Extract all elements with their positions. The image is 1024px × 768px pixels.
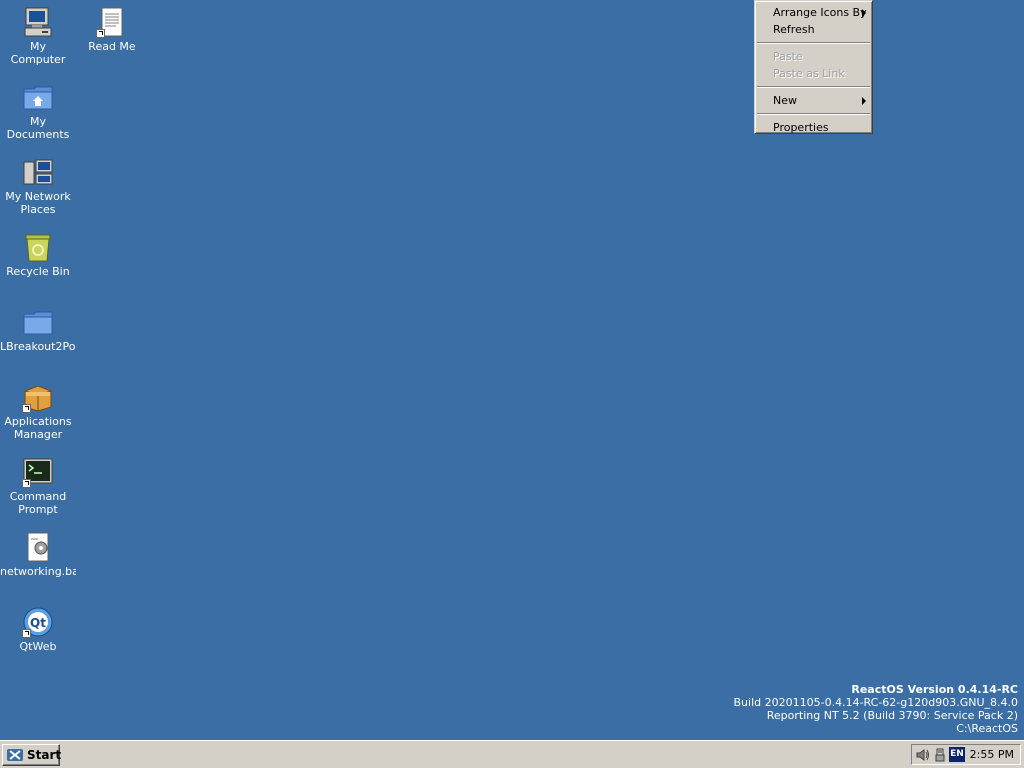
network-places-icon bbox=[22, 156, 54, 188]
icon-label: Read Me bbox=[88, 40, 136, 53]
version-reporting: Reporting NT 5.2 (Build 3790: Service Pa… bbox=[766, 709, 1018, 722]
start-button[interactable]: Start bbox=[2, 744, 62, 766]
version-build: Build 20201105-0.4.14-RC-62-g120d903.GNU… bbox=[733, 696, 1018, 709]
networking-bat-desktop-icon[interactable]: networking.bat bbox=[0, 527, 76, 578]
menu-item-new[interactable]: New bbox=[755, 92, 872, 109]
menu-item-paste-as-link: Paste as Link bbox=[755, 65, 872, 82]
batch-file-icon bbox=[22, 531, 54, 563]
folder-icon bbox=[22, 306, 54, 338]
applications-manager-desktop-icon[interactable]: Applications Manager bbox=[0, 377, 76, 441]
icon-label: My Network Places bbox=[5, 190, 71, 216]
taskbar: Start EN 2:55 PM bbox=[0, 740, 1024, 768]
icon-label: My Documents bbox=[6, 115, 70, 141]
speaker-icon[interactable] bbox=[915, 747, 931, 763]
icon-label: Recycle Bin bbox=[6, 265, 70, 278]
icon-label: LBreakout2Po... bbox=[0, 340, 76, 353]
icon-label: QtWeb bbox=[19, 640, 57, 653]
menu-item-refresh[interactable]: Refresh bbox=[755, 21, 872, 38]
desktop-context-menu: Arrange Icons By Refresh Paste Paste as … bbox=[754, 0, 873, 134]
start-label: Start bbox=[27, 748, 62, 762]
svg-text:Qt: Qt bbox=[30, 616, 46, 630]
documents-folder-icon bbox=[22, 81, 54, 113]
menu-item-label: Properties bbox=[773, 121, 829, 134]
version-info-overlay: ReactOS Version 0.4.14-RC Build 20201105… bbox=[734, 683, 1018, 735]
qtweb-desktop-icon[interactable]: Qt QtWeb bbox=[0, 602, 76, 653]
menu-separator bbox=[757, 113, 870, 115]
read-me-desktop-icon[interactable]: Read Me bbox=[74, 2, 150, 53]
recycle-bin-desktop-icon[interactable]: Recycle Bin bbox=[0, 227, 76, 278]
language-indicator[interactable]: EN bbox=[949, 747, 965, 762]
icon-label: Applications Manager bbox=[4, 415, 72, 441]
submenu-arrow-icon bbox=[862, 9, 866, 17]
version-title: ReactOS Version 0.4.14-RC bbox=[851, 683, 1018, 696]
desktop[interactable]: My Computer Read Me My Documents My Netw… bbox=[0, 0, 1024, 740]
system-tray: EN 2:55 PM bbox=[911, 744, 1021, 765]
command-prompt-icon bbox=[22, 456, 54, 488]
menu-item-label: Paste bbox=[773, 50, 803, 63]
package-box-icon bbox=[22, 381, 54, 413]
menu-item-label: New bbox=[773, 94, 797, 107]
qt-logo-icon: Qt bbox=[22, 606, 54, 638]
recycle-bin-icon bbox=[22, 231, 54, 263]
menu-item-label: Refresh bbox=[773, 23, 815, 36]
command-prompt-desktop-icon[interactable]: Command Prompt bbox=[0, 452, 76, 516]
menu-separator bbox=[757, 86, 870, 88]
icon-label: networking.bat bbox=[0, 565, 76, 578]
icon-label: Command Prompt bbox=[9, 490, 67, 516]
my-documents-desktop-icon[interactable]: My Documents bbox=[0, 77, 76, 141]
version-path: C:\ReactOS bbox=[956, 722, 1018, 735]
menu-separator bbox=[757, 42, 870, 44]
my-computer-desktop-icon[interactable]: My Computer bbox=[0, 2, 76, 66]
shortcut-arrow-icon bbox=[22, 479, 31, 488]
shortcut-arrow-icon bbox=[22, 629, 31, 638]
menu-item-label: Arrange Icons By bbox=[773, 6, 867, 19]
computer-icon bbox=[22, 6, 54, 38]
shortcut-arrow-icon bbox=[96, 29, 105, 38]
menu-item-paste: Paste bbox=[755, 48, 872, 65]
my-network-places-desktop-icon[interactable]: My Network Places bbox=[0, 152, 76, 216]
menu-item-arrange-icons-by[interactable]: Arrange Icons By bbox=[755, 4, 872, 21]
menu-item-properties[interactable]: Properties bbox=[755, 119, 872, 136]
safely-remove-hardware-icon[interactable] bbox=[932, 747, 948, 763]
text-document-icon bbox=[96, 6, 128, 38]
lbreakout-folder-desktop-icon[interactable]: LBreakout2Po... bbox=[0, 302, 76, 353]
submenu-arrow-icon bbox=[862, 97, 866, 105]
shortcut-arrow-icon bbox=[22, 404, 31, 413]
clock[interactable]: 2:55 PM bbox=[970, 745, 1014, 764]
menu-item-label: Paste as Link bbox=[773, 67, 845, 80]
reactos-logo-icon bbox=[7, 748, 23, 762]
icon-label: My Computer bbox=[10, 40, 66, 66]
